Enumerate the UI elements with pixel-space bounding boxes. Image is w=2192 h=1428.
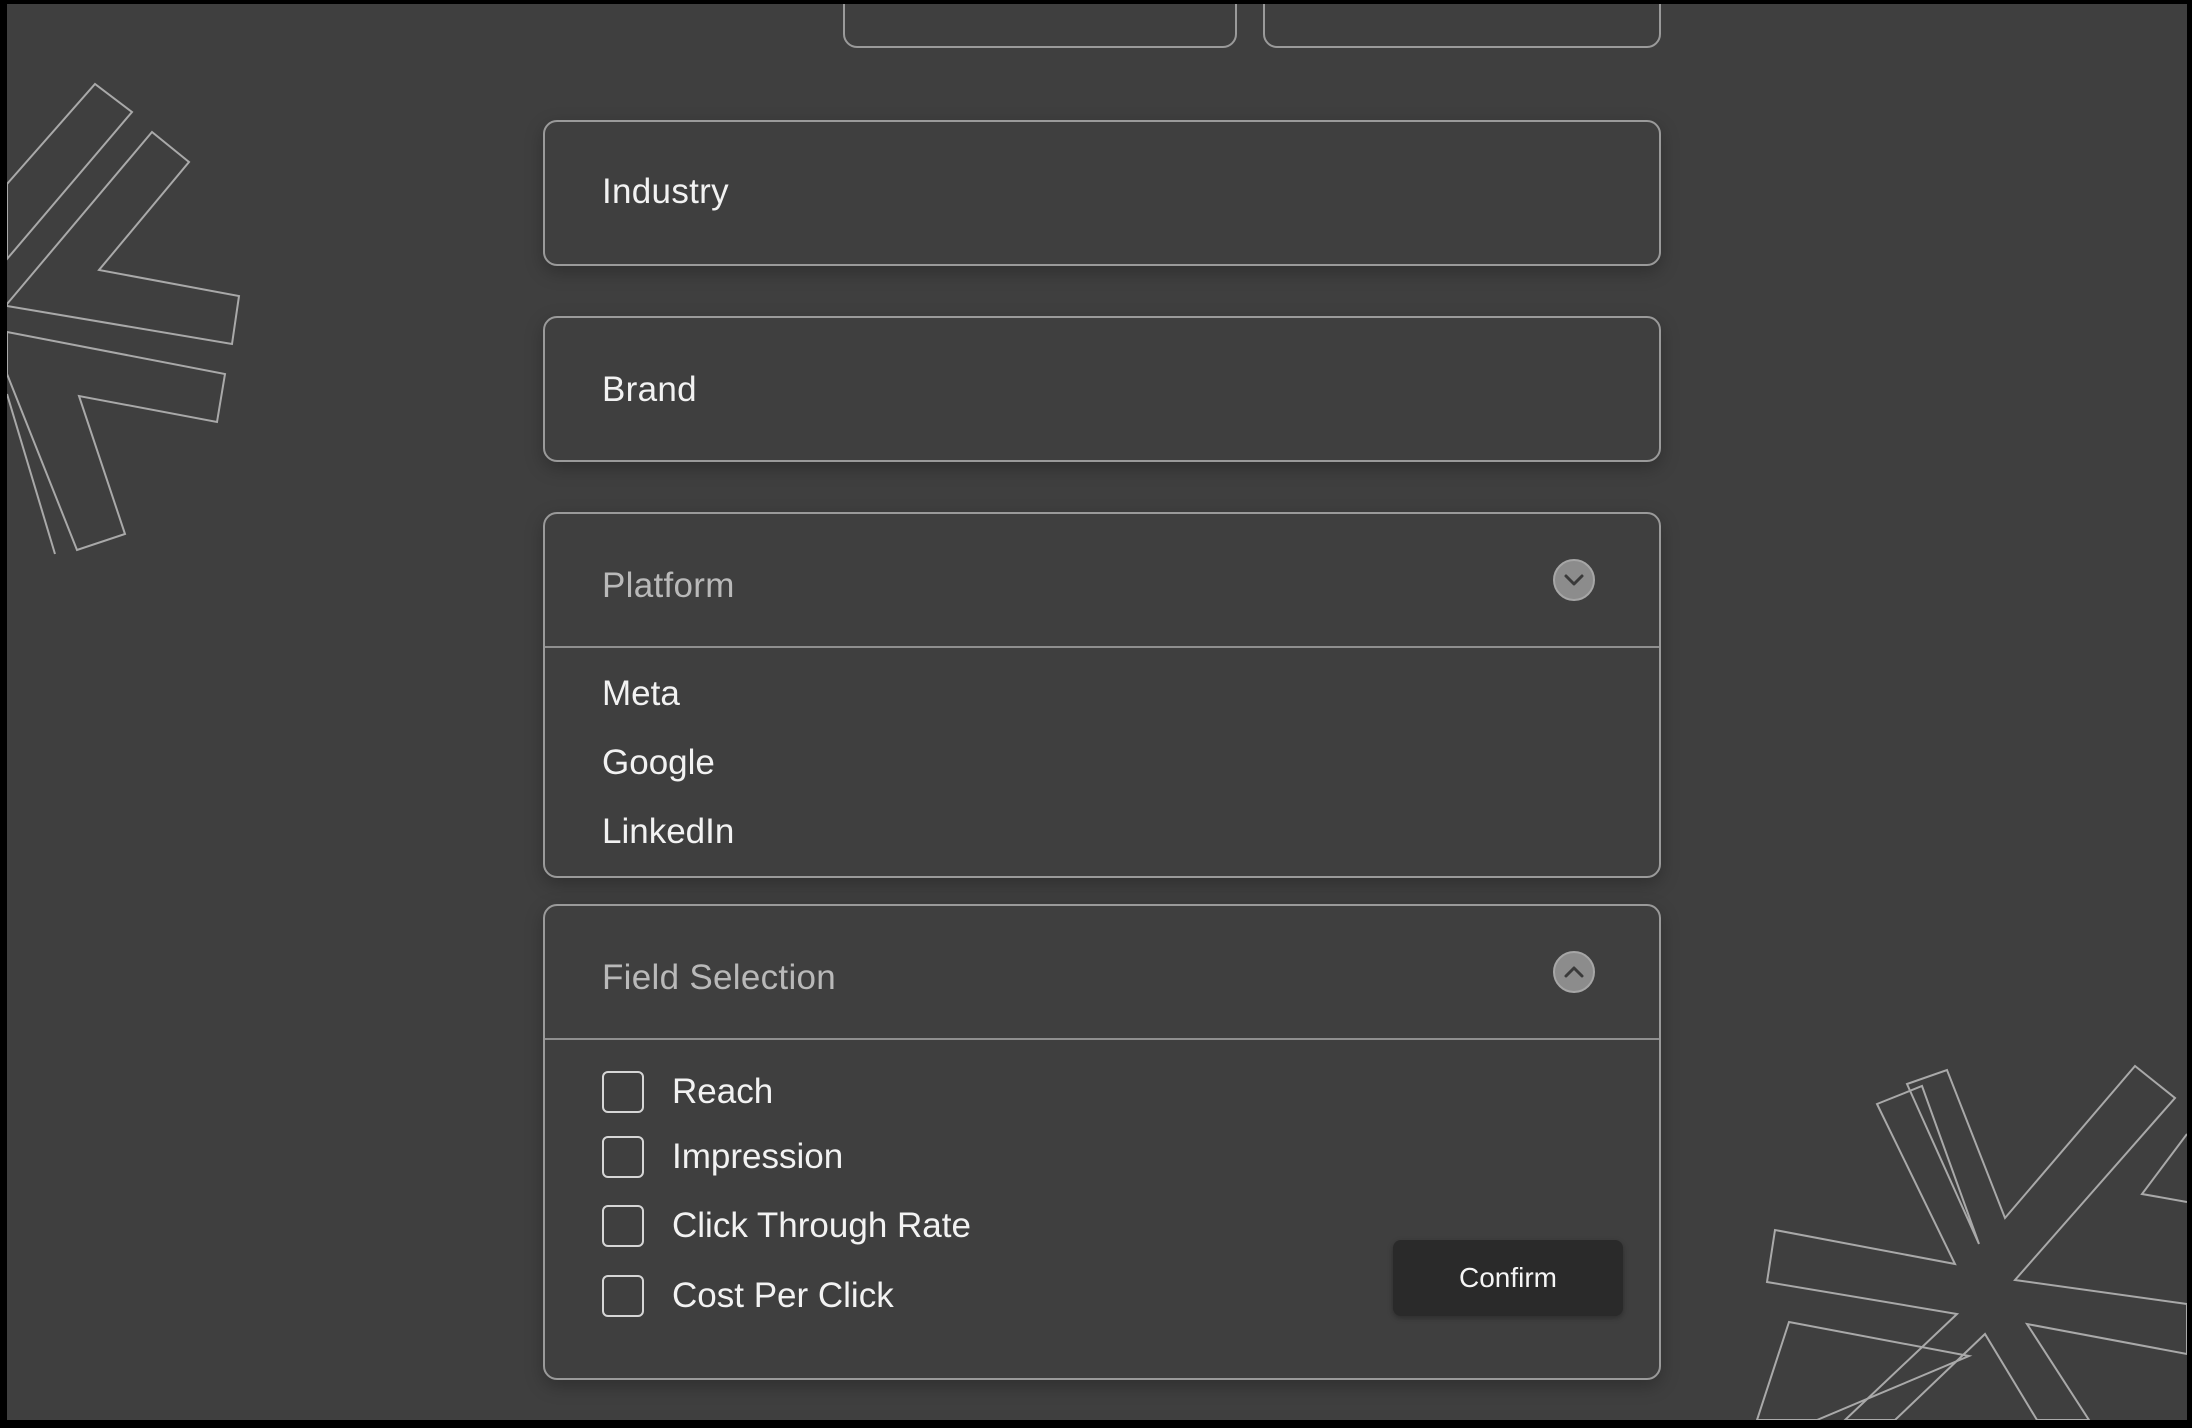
field-selection-header[interactable]: Field Selection — [545, 906, 1659, 1038]
brand-field[interactable]: Brand — [543, 316, 1661, 462]
platform-dropdown: Platform Meta Google LinkedIn — [543, 512, 1661, 878]
platform-dropdown-header[interactable]: Platform — [545, 514, 1659, 646]
field-selection-placeholder: Field Selection — [602, 958, 837, 997]
field-option-click-through-rate[interactable]: Click Through Rate — [602, 1204, 971, 1248]
industry-field[interactable]: Industry — [543, 120, 1661, 266]
reach-checkbox[interactable] — [602, 1071, 644, 1113]
platform-option-google[interactable]: Google — [602, 743, 715, 783]
industry-label: Industry — [602, 172, 729, 211]
chevron-up-icon[interactable] — [1553, 951, 1595, 993]
field-selection-divider — [545, 1038, 1659, 1040]
impression-label: Impression — [672, 1137, 844, 1176]
click-through-rate-label: Click Through Rate — [672, 1206, 971, 1245]
decorative-asterisk-top-left — [7, 74, 267, 574]
decorative-asterisk-bottom-right — [1747, 1054, 2187, 1420]
top-field-left[interactable] — [843, 4, 1237, 48]
confirm-button[interactable]: Confirm — [1393, 1240, 1623, 1316]
top-field-right[interactable] — [1263, 4, 1661, 48]
page-canvas: Industry Brand Platform Meta Google Link… — [7, 4, 2187, 1420]
platform-option-linkedin[interactable]: LinkedIn — [602, 812, 734, 852]
chevron-down-icon[interactable] — [1553, 559, 1595, 601]
click-through-rate-checkbox[interactable] — [602, 1205, 644, 1247]
platform-option-meta[interactable]: Meta — [602, 674, 680, 714]
field-option-reach[interactable]: Reach — [602, 1070, 773, 1114]
field-selection-dropdown: Field Selection Reach Impression Click T… — [543, 904, 1661, 1380]
brand-label: Brand — [602, 370, 697, 409]
cost-per-click-checkbox[interactable] — [602, 1275, 644, 1317]
platform-placeholder: Platform — [602, 566, 735, 605]
platform-divider — [545, 646, 1659, 648]
reach-label: Reach — [672, 1072, 774, 1111]
impression-checkbox[interactable] — [602, 1136, 644, 1178]
field-option-impression[interactable]: Impression — [602, 1135, 843, 1179]
field-option-cost-per-click[interactable]: Cost Per Click — [602, 1274, 894, 1318]
cost-per-click-label: Cost Per Click — [672, 1276, 894, 1315]
